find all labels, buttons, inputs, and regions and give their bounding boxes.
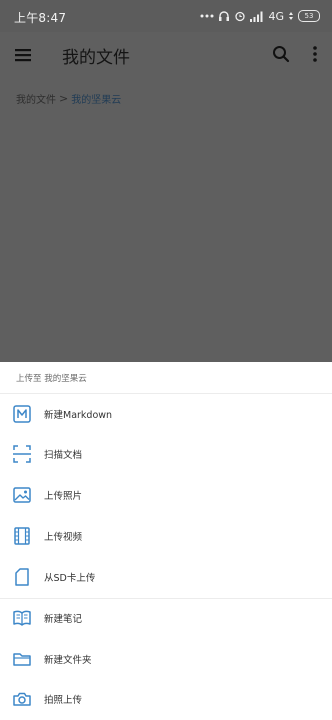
camera-icon [12, 689, 32, 709]
new-note-label: 新建笔记 [44, 614, 83, 625]
new-markdown-item[interactable]: 新建Markdown [0, 395, 332, 435]
battery-icon: 53 [298, 10, 320, 22]
status-icons: 4G 53 [200, 8, 320, 24]
status-bar: 上午8:47 4G 53 [0, 0, 332, 32]
sd-card-icon [12, 567, 32, 587]
breadcrumb-current: 我的坚果云 [71, 94, 122, 106]
video-icon [12, 526, 32, 546]
folder-icon [12, 649, 32, 669]
more-options-icon[interactable] [305, 43, 325, 65]
alarm-icon [234, 10, 246, 22]
image-icon [12, 485, 32, 505]
status-time: 上午8:47 [14, 11, 67, 25]
markdown-icon [12, 404, 32, 424]
new-folder-item[interactable]: 新建文件夹 [0, 640, 332, 680]
app-bar: 我的文件 [0, 32, 332, 78]
data-activity-icon [288, 11, 294, 21]
headphones-icon [218, 10, 230, 22]
menu-icon[interactable] [13, 45, 35, 65]
new-folder-label: 新建文件夹 [44, 655, 92, 666]
new-note-item[interactable]: 新建笔记 [0, 599, 332, 639]
sheet-header: 上传至 我的坚果云 [16, 374, 87, 384]
upload-bottom-sheet: 上传至 我的坚果云 新建Markdown 扫描文档 上传照片 上传视频 从SD卡… [0, 362, 332, 720]
scan-document-item[interactable]: 扫描文档 [0, 435, 332, 475]
take-photo-upload-label: 拍照上传 [44, 695, 83, 706]
upload-video-label: 上传视频 [44, 532, 83, 543]
breadcrumb: 我的文件 > 我的坚果云 [16, 90, 121, 106]
upload-video-item[interactable]: 上传视频 [0, 517, 332, 557]
upload-from-sd-label: 从SD卡上传 [44, 573, 96, 584]
notebook-icon [12, 608, 32, 628]
upload-from-sd-item[interactable]: 从SD卡上传 [0, 558, 332, 598]
more-notifications-icon [200, 14, 214, 18]
page-title: 我的文件 [62, 48, 130, 68]
take-photo-upload-item[interactable]: 拍照上传 [0, 680, 332, 720]
scan-document-label: 扫描文档 [44, 450, 83, 461]
search-icon[interactable] [270, 43, 292, 65]
scan-icon [12, 444, 32, 464]
breadcrumb-root[interactable]: 我的文件 [16, 91, 56, 106]
divider [0, 393, 332, 394]
new-markdown-label: 新建Markdown [44, 410, 113, 421]
breadcrumb-separator: > [59, 91, 69, 105]
network-type: 4G [268, 9, 284, 23]
upload-photo-item[interactable]: 上传照片 [0, 476, 332, 516]
upload-photo-label: 上传照片 [44, 491, 83, 502]
signal-icon [250, 11, 264, 22]
